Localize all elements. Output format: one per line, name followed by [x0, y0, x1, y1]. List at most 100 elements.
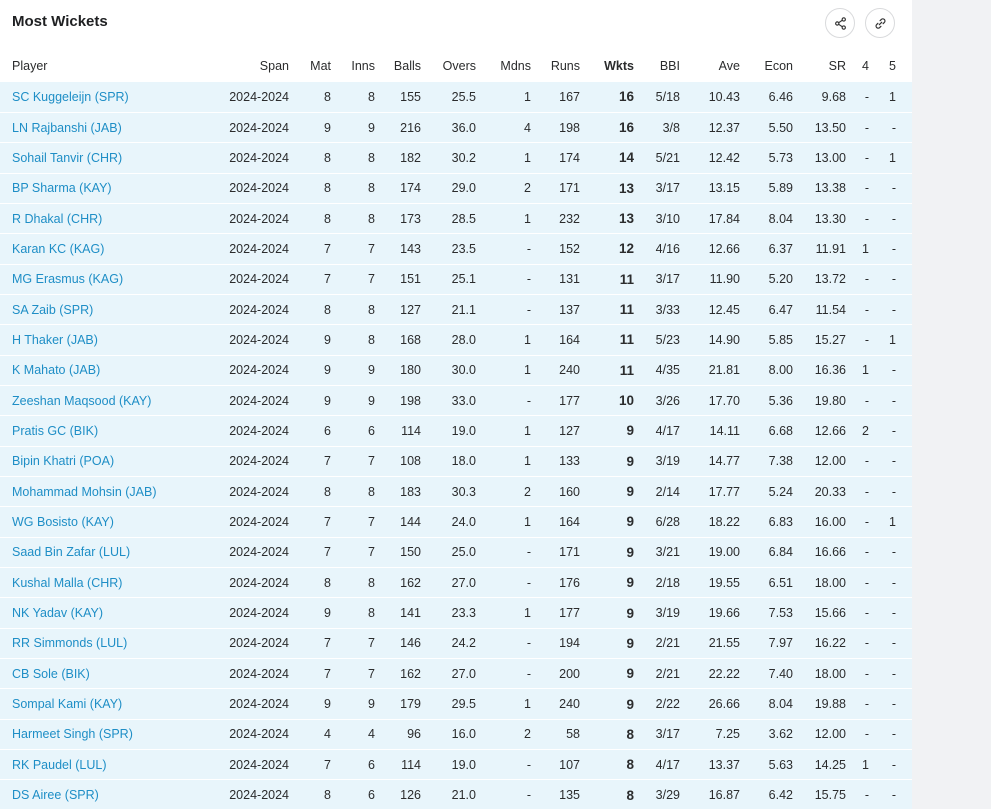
header-ave[interactable]: Ave [680, 50, 740, 82]
cell-mat: 9 [289, 324, 331, 356]
cell-sr: 13.00 [793, 142, 846, 174]
cell-bbi: 6/28 [634, 506, 680, 538]
player-link[interactable]: Bipin Khatri (POA) [12, 454, 114, 468]
player-link[interactable]: Saad Bin Zafar (LUL) [12, 545, 130, 559]
page-title: Most Wickets [12, 13, 108, 30]
cell-sr: 12.00 [793, 719, 846, 751]
cell-spacer [896, 506, 912, 538]
cell-overs: 21.1 [421, 294, 476, 326]
cell-overs: 27.0 [421, 658, 476, 690]
cell-mat: 7 [289, 506, 331, 538]
cell-spacer [896, 658, 912, 690]
player-link[interactable]: Harmeet Singh (SPR) [12, 727, 133, 741]
cell-inns: 9 [331, 112, 375, 144]
cell-mat: 7 [289, 537, 331, 569]
header-5w[interactable]: 5 [869, 50, 896, 82]
cell-five: - [869, 264, 896, 295]
cell-span: 2024-2024 [215, 749, 289, 781]
cell-inns: 9 [331, 688, 375, 720]
cell-overs: 18.0 [421, 446, 476, 477]
table-row: RK Paudel (LUL) 2024-2024 7 6 114 19.0-107 8 4/… [0, 749, 912, 781]
player-link[interactable]: Karan KC (KAG) [12, 242, 104, 256]
player-link[interactable]: Kushal Malla (CHR) [12, 576, 122, 590]
header-inns[interactable]: Inns [331, 50, 375, 82]
cell-mat: 8 [289, 173, 331, 204]
cell-bbi: 2/22 [634, 688, 680, 720]
player-link[interactable]: LN Rajbanshi (JAB) [12, 121, 122, 135]
player-link[interactable]: H Thaker (JAB) [12, 333, 98, 347]
cell-five: - [869, 597, 896, 629]
cell-mdns: - [476, 294, 531, 326]
table-row: H Thaker (JAB) 2024-2024 9 8 168 28.0 1 164 11 5/… [0, 324, 912, 356]
table-row: Mohammad Mohsin (JAB) 2024-2024 8 8 183 30.3 2… [0, 476, 912, 508]
header-balls[interactable]: Balls [375, 50, 421, 82]
table-row: K Mahato (JAB) 2024-2024 9 9 180 30.0 1 240 11 4/… [0, 355, 912, 386]
cell-sr: 13.38 [793, 173, 846, 204]
player-link[interactable]: NK Yadav (KAY) [12, 606, 103, 620]
header-bbi[interactable]: BBI [634, 50, 680, 82]
cell-ave: 21.55 [680, 628, 740, 660]
table-row: R Dhakal (CHR) 2024-2024 8 8 173 28.5 1 232 13 3/… [0, 203, 912, 235]
cell-overs: 36.0 [421, 112, 476, 144]
cell-span: 2024-2024 [215, 82, 289, 113]
player-cell: CB Sole (BIK) [0, 658, 215, 690]
cell-econ: 5.89 [740, 173, 793, 204]
player-link[interactable]: Zeeshan Maqsood (KAY) [12, 394, 151, 408]
cell-mat: 4 [289, 719, 331, 751]
cell-four: 1 [846, 749, 869, 781]
cell-wkts: 9 [580, 628, 634, 660]
cell-mat: 7 [289, 264, 331, 295]
header-sr[interactable]: SR [793, 50, 846, 82]
cell-mdns: - [476, 628, 531, 660]
cell-balls: 155 [375, 82, 421, 113]
cell-mat: 9 [289, 355, 331, 386]
cell-sr: 14.25 [793, 749, 846, 781]
player-link[interactable]: K Mahato (JAB) [12, 363, 100, 377]
player-link[interactable]: SC Kuggeleijn (SPR) [12, 90, 129, 104]
cell-bbi: 4/35 [634, 355, 680, 386]
player-link[interactable]: BP Sharma (KAY) [12, 181, 112, 195]
player-link[interactable]: WG Bosisto (KAY) [12, 515, 114, 529]
player-link[interactable]: SA Zaib (SPR) [12, 303, 93, 317]
header-player[interactable]: Player [0, 50, 215, 82]
cell-sr: 16.36 [793, 355, 846, 386]
cell-balls: 143 [375, 233, 421, 265]
player-link[interactable]: Pratis GC (BIK) [12, 424, 98, 438]
header-wkts[interactable]: Wkts [580, 50, 634, 82]
cell-inns: 7 [331, 506, 375, 538]
player-link[interactable]: R Dhakal (CHR) [12, 212, 102, 226]
cell-econ: 6.83 [740, 506, 793, 538]
cell-mdns: 4 [476, 112, 531, 144]
cell-ave: 12.66 [680, 233, 740, 265]
cell-balls: 198 [375, 385, 421, 417]
cell-mdns: - [476, 233, 531, 265]
player-link[interactable]: Sompal Kami (KAY) [12, 697, 122, 711]
cell-mdns: 1 [476, 415, 531, 447]
header-runs[interactable]: Runs [531, 50, 580, 82]
header-4w[interactable]: 4 [846, 50, 869, 82]
copy-link-button[interactable] [865, 8, 895, 38]
share-button[interactable] [825, 8, 855, 38]
player-link[interactable]: DS Airee (SPR) [12, 788, 99, 802]
cell-sr: 13.72 [793, 264, 846, 295]
cell-balls: 146 [375, 628, 421, 660]
player-link[interactable]: CB Sole (BIK) [12, 667, 90, 681]
header-mat[interactable]: Mat [289, 50, 331, 82]
player-link[interactable]: MG Erasmus (KAG) [12, 272, 123, 286]
cell-span: 2024-2024 [215, 628, 289, 660]
player-cell: Sohail Tanvir (CHR) [0, 142, 215, 174]
cell-sr: 19.88 [793, 688, 846, 720]
player-link[interactable]: Mohammad Mohsin (JAB) [12, 485, 157, 499]
player-link[interactable]: RR Simmonds (LUL) [12, 636, 127, 650]
header-mdns[interactable]: Mdns [476, 50, 531, 82]
cell-econ: 5.73 [740, 142, 793, 174]
player-link[interactable]: RK Paudel (LUL) [12, 758, 107, 772]
cell-ave: 10.43 [680, 82, 740, 113]
player-link[interactable]: Sohail Tanvir (CHR) [12, 151, 122, 165]
cell-inns: 8 [331, 203, 375, 235]
header-overs[interactable]: Overs [421, 50, 476, 82]
header-econ[interactable]: Econ [740, 50, 794, 82]
cell-overs: 25.5 [421, 82, 476, 113]
cell-span: 2024-2024 [215, 355, 289, 386]
header-span[interactable]: Span [215, 50, 289, 82]
